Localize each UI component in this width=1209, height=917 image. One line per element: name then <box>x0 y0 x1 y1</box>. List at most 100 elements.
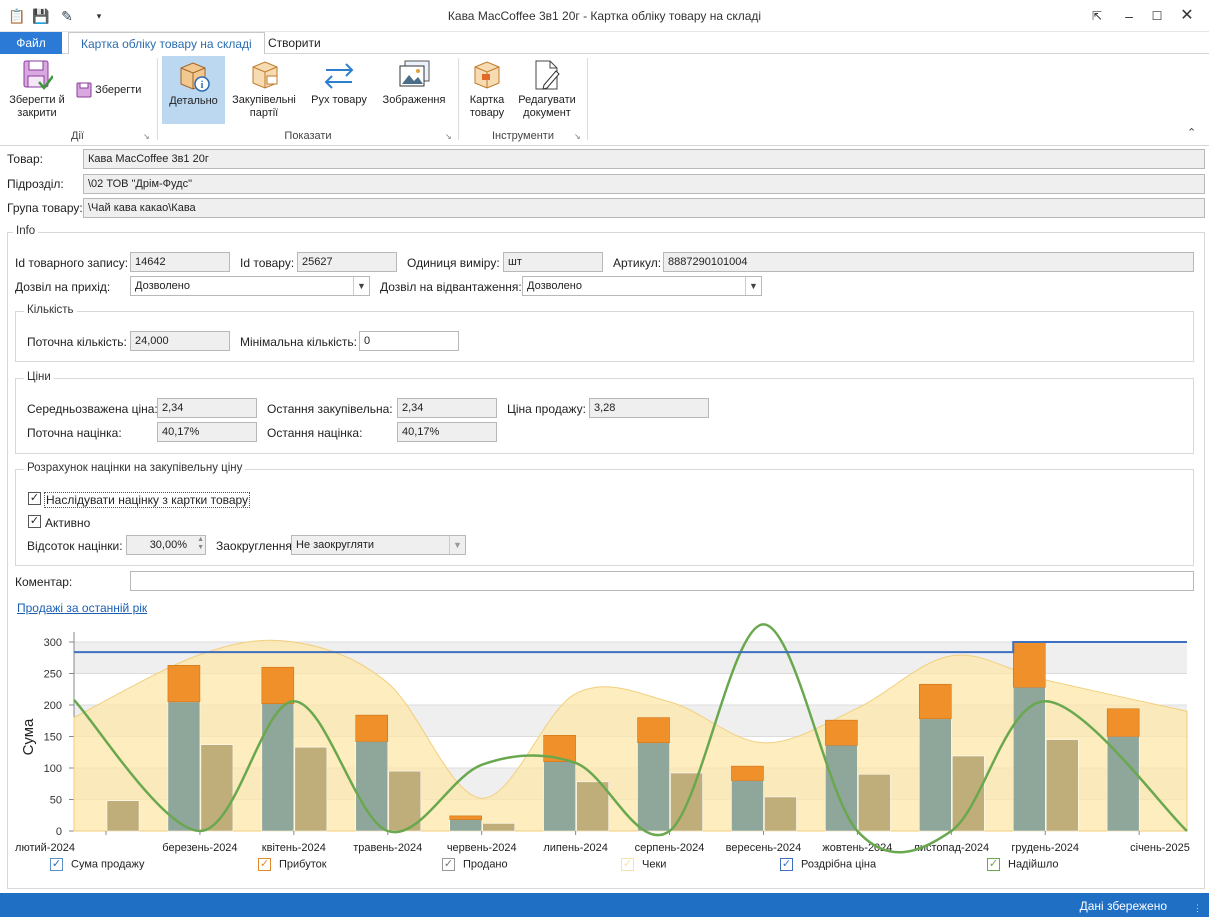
save-close-button[interactable]: Зберегти й закрити <box>8 58 66 120</box>
min-quantity-input[interactable]: 0 <box>359 331 459 351</box>
details-button[interactable]: i Детально <box>162 56 225 124</box>
legend-label: Роздрібна ціна <box>801 858 877 871</box>
sales-last-year-link[interactable]: Продажі за останній рік <box>17 601 147 615</box>
dialog-launcher-icon[interactable]: ↘ <box>143 132 150 141</box>
markup-percent-spinner[interactable]: 30,00% ▲ ▼ <box>126 535 206 555</box>
legend-checkbox[interactable]: ✓ <box>621 858 634 871</box>
collapse-ribbon-icon[interactable]: ⌃ <box>1187 126 1196 139</box>
title-bar: 📋 💾 ✎ ▾ Кава MacCoffee 3в1 20г - Картка … <box>0 0 1209 32</box>
maximize-button[interactable]: ☐ <box>1146 6 1168 26</box>
file-tab[interactable]: Файл <box>0 32 62 54</box>
rounding-select[interactable]: Не заокругляти ▼ <box>291 535 466 555</box>
batches-box-icon <box>252 61 278 89</box>
tab-stock-card[interactable]: Картка обліку товару на складі <box>68 32 265 55</box>
legend-checkbox[interactable]: ✓ <box>442 858 455 871</box>
bar-profit <box>1012 641 1046 688</box>
bar-sales-sum <box>261 703 295 832</box>
product-id-label: Id товару: <box>240 256 295 270</box>
save-small-icon <box>76 82 92 98</box>
details-box-icon: i <box>180 62 210 92</box>
close-button[interactable]: ✕ <box>1176 6 1198 26</box>
x-tick-label: лютий-2024 <box>15 842 75 854</box>
legend-checkbox[interactable]: ✓ <box>987 858 1000 871</box>
division-label: Підрозділ: <box>7 177 64 191</box>
ribbon-separator <box>157 58 158 140</box>
sales-chart: 0 50 100 150 200 250 300 Сума лютий-2024 березень… <box>15 623 1190 854</box>
incoming-select[interactable]: Дозволено ▼ <box>130 276 370 296</box>
inherit-markup-label[interactable]: Наслідувати націнку з картки товару <box>44 492 251 508</box>
legend-checkbox[interactable]: ✓ <box>50 858 63 871</box>
article-field[interactable]: 8887290101004 <box>663 252 1194 272</box>
sale-price-field[interactable]: 3,28 <box>589 398 709 418</box>
product-field[interactable]: Кава MacCoffee 3в1 20г <box>83 149 1205 169</box>
legend-label: Прибуток <box>279 858 327 871</box>
last-purchase-field[interactable]: 2,34 <box>397 398 497 418</box>
ribbon-separator <box>458 58 459 140</box>
bar-sold <box>106 800 140 832</box>
y-tick-label: 0 <box>56 826 62 838</box>
comment-input[interactable] <box>130 571 1194 591</box>
last-markup-field[interactable]: 40,17% <box>397 422 497 442</box>
dialog-launcher-icon[interactable]: ↘ <box>574 132 581 141</box>
chevron-down-icon[interactable]: ▼ <box>745 277 761 295</box>
minimize-button[interactable]: – <box>1118 6 1140 26</box>
legend-received[interactable]: ✓ Надійшло <box>987 858 1059 871</box>
bar-sold <box>952 755 985 832</box>
product-card-button[interactable]: Картка товару <box>463 58 511 120</box>
unit-field[interactable]: шт <box>503 252 603 272</box>
legend-profit[interactable]: ✓ Прибуток <box>258 858 327 871</box>
resize-grip-icon[interactable]: ⋮ <box>1193 903 1203 914</box>
legend-sales-sum[interactable]: ✓ Сума продажу <box>50 858 145 871</box>
product-id-field[interactable]: 25627 <box>297 252 397 272</box>
shipment-value: Дозволено <box>527 280 582 292</box>
status-bar: Дані збережено ⋮ <box>0 893 1209 917</box>
x-tick-label: вересень-2024 <box>726 842 802 854</box>
weighted-price-field[interactable]: 2,34 <box>157 398 257 418</box>
shipment-select[interactable]: Дозволено ▼ <box>522 276 762 296</box>
inherit-markup-checkbox[interactable]: ✓ <box>28 492 41 505</box>
svg-text:i: i <box>200 80 203 91</box>
active-label[interactable]: Активно <box>45 516 90 530</box>
chevron-down-icon[interactable]: ▼ <box>449 536 465 554</box>
y-tick-label: 50 <box>50 795 62 807</box>
restore-ribbon-icon[interactable]: ⇱ <box>1086 6 1108 26</box>
legend-sold[interactable]: ✓ Продано <box>442 858 508 871</box>
purchase-batches-button[interactable]: Закупівельні партії <box>228 58 300 120</box>
legend-receipts[interactable]: ✓ Чеки <box>621 858 666 871</box>
bar-sold <box>294 746 328 832</box>
unit-label: Одиниця виміру: <box>407 256 500 270</box>
bar-profit <box>449 815 482 820</box>
chevron-down-icon[interactable]: ▼ <box>353 277 369 295</box>
spinner-arrows-icon[interactable]: ▲ ▼ <box>197 536 204 552</box>
legend-retail-price[interactable]: ✓ Роздрібна ціна <box>780 858 876 871</box>
x-tick-label: серпень-2024 <box>635 842 705 854</box>
group-field[interactable]: \Чай кава какао\Кава <box>83 198 1205 218</box>
legend-checkbox[interactable]: ✓ <box>258 858 271 871</box>
division-field[interactable]: \02 ТОВ "Дрім-Фудс" <box>83 174 1205 194</box>
x-tick-label: листопад-2024 <box>913 842 989 854</box>
images-button[interactable]: Зображення <box>376 58 452 107</box>
current-markup-field[interactable]: 40,17% <box>157 422 257 442</box>
markup-calc-title: Розрахунок націнки на закупівельну ціну <box>24 462 246 474</box>
edit-document-icon <box>535 60 560 90</box>
tab-create[interactable]: Створити <box>256 32 333 54</box>
bar-sold <box>576 781 609 832</box>
markup-percent-label: Відсоток націнки: <box>27 539 123 553</box>
dialog-launcher-icon[interactable]: ↘ <box>445 132 452 141</box>
movement-button[interactable]: Рух товару <box>306 58 372 107</box>
save-button[interactable]: Зберегти <box>76 82 152 98</box>
active-checkbox[interactable]: ✓ <box>28 515 41 528</box>
details-label: Детально <box>169 95 218 107</box>
rounding-label: Заокруглення: <box>216 539 296 553</box>
legend-checkbox[interactable]: ✓ <box>780 858 793 871</box>
x-tick-label: грудень-2024 <box>1011 842 1079 854</box>
edit-document-button[interactable]: Редагувати документ <box>514 58 580 120</box>
ribbon: Зберегти й закрити Зберегти Дії ↘ i Дета… <box>0 54 1209 146</box>
current-quantity-field[interactable]: 24,000 <box>130 331 230 351</box>
bar-profit <box>167 665 201 703</box>
window-title: Кава MacCoffee 3в1 20г - Картка обліку т… <box>447 9 762 23</box>
record-id-field[interactable]: 14642 <box>130 252 230 272</box>
group-label: Група товару: <box>7 201 83 215</box>
save-close-icon <box>23 60 53 91</box>
bar-sold <box>1045 739 1079 832</box>
